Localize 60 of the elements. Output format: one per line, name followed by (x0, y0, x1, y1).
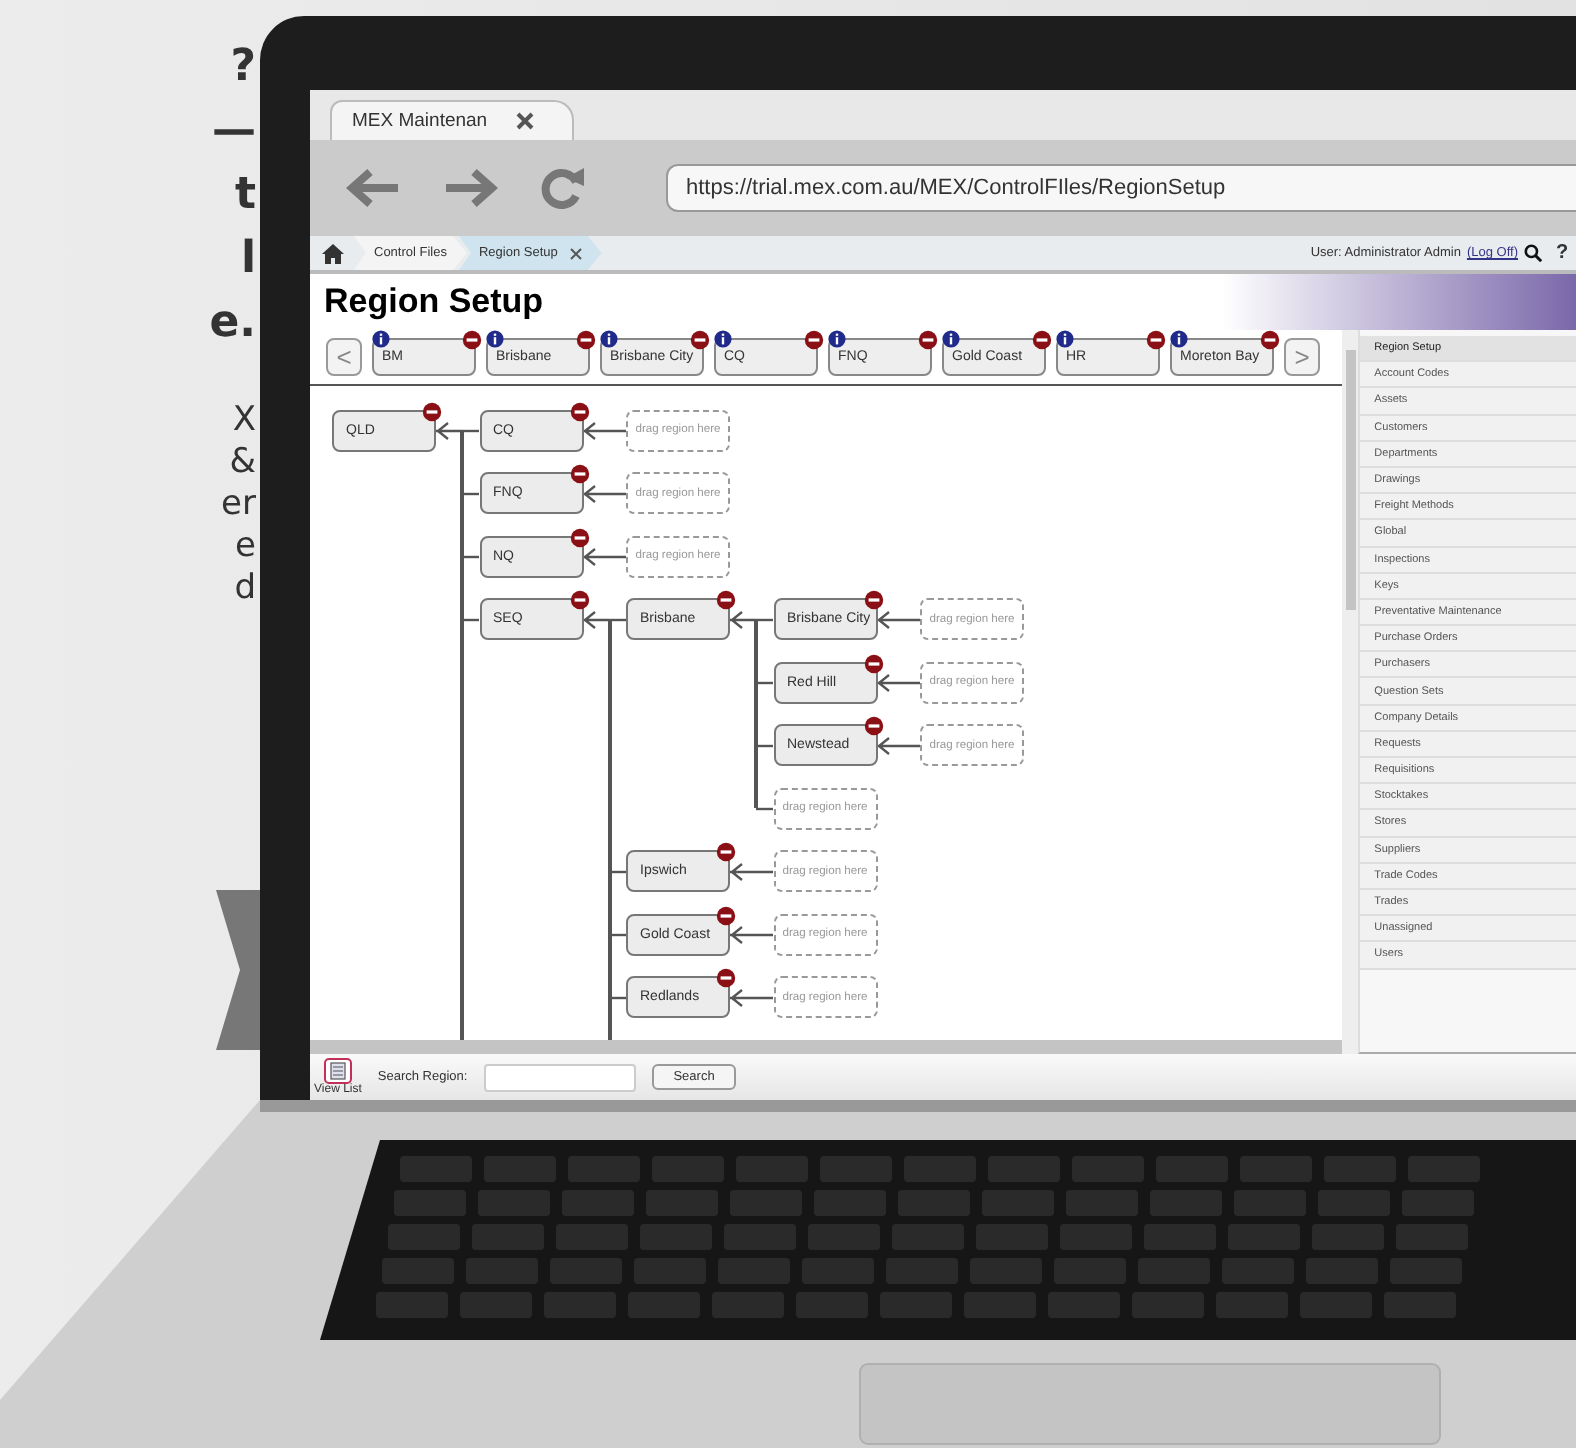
text-fragment: e (235, 526, 258, 568)
remove-icon[interactable] (569, 590, 589, 611)
text-fragment: & (229, 442, 258, 484)
remove-icon[interactable] (918, 329, 938, 350)
remove-icon[interactable] (863, 590, 883, 611)
text-fragment: X (232, 400, 258, 442)
info-icon[interactable] (486, 329, 504, 348)
info-icon[interactable] (600, 329, 618, 348)
remove-icon[interactable] (1032, 329, 1052, 350)
info-icon[interactable] (372, 329, 390, 348)
connector-line (728, 925, 775, 944)
heading-fragment: — (212, 104, 258, 160)
info-icon[interactable] (942, 329, 960, 348)
remove-icon[interactable] (716, 968, 736, 989)
remove-icon[interactable] (569, 527, 589, 548)
scrollbar-thumb[interactable] (1345, 350, 1356, 610)
remove-icon[interactable] (716, 905, 736, 926)
remove-icon[interactable] (863, 653, 883, 674)
info-icon[interactable] (714, 329, 732, 348)
connector-line (728, 988, 775, 1007)
remove-icon[interactable] (569, 401, 589, 422)
forward-arrow-icon[interactable] (442, 168, 498, 208)
remove-icon[interactable] (1260, 329, 1280, 350)
help-glyph[interactable]: ? (1556, 242, 1568, 264)
remove-icon[interactable] (422, 401, 442, 422)
heading-fragment: t (234, 168, 258, 224)
back-arrow-icon[interactable] (346, 168, 402, 208)
info-icon[interactable] (828, 329, 846, 348)
text-fragment: d (234, 568, 258, 610)
search-icon[interactable] (1524, 244, 1542, 262)
heading-fragment: l (240, 232, 258, 288)
remove-icon[interactable] (716, 590, 736, 611)
info-icon[interactable] (1170, 329, 1188, 348)
connector-line (581, 547, 628, 566)
remove-icon[interactable] (1146, 329, 1166, 350)
list-icon (323, 1058, 352, 1084)
heading-fragment: e. (209, 296, 258, 352)
remove-icon[interactable] (863, 716, 883, 737)
search-field[interactable] (483, 1063, 636, 1091)
connector-line (728, 862, 775, 881)
connector-line (875, 736, 922, 755)
remove-icon[interactable] (804, 329, 824, 350)
connector-line (581, 484, 628, 503)
close-icon[interactable] (515, 112, 534, 130)
remove-icon[interactable] (576, 329, 596, 350)
reload-icon[interactable] (538, 166, 586, 210)
connector-line (581, 421, 628, 440)
text-fragment: er (221, 484, 258, 526)
heading-fragment: ? (230, 40, 258, 96)
connector-line (875, 610, 922, 629)
connector-line (875, 673, 922, 692)
info-icon[interactable] (1056, 329, 1074, 348)
close-icon[interactable] (569, 247, 582, 259)
remove-icon[interactable] (569, 464, 589, 485)
remove-icon[interactable] (462, 329, 482, 350)
browser-tab[interactable]: MEX Maintenan (330, 100, 574, 140)
home-icon[interactable] (321, 243, 343, 263)
remove-icon[interactable] (690, 329, 710, 350)
remove-icon[interactable] (716, 842, 736, 863)
address-bar[interactable]: https://trial.mex.com.au/MEX/ControlFIles/RegionSetup (666, 164, 1576, 212)
